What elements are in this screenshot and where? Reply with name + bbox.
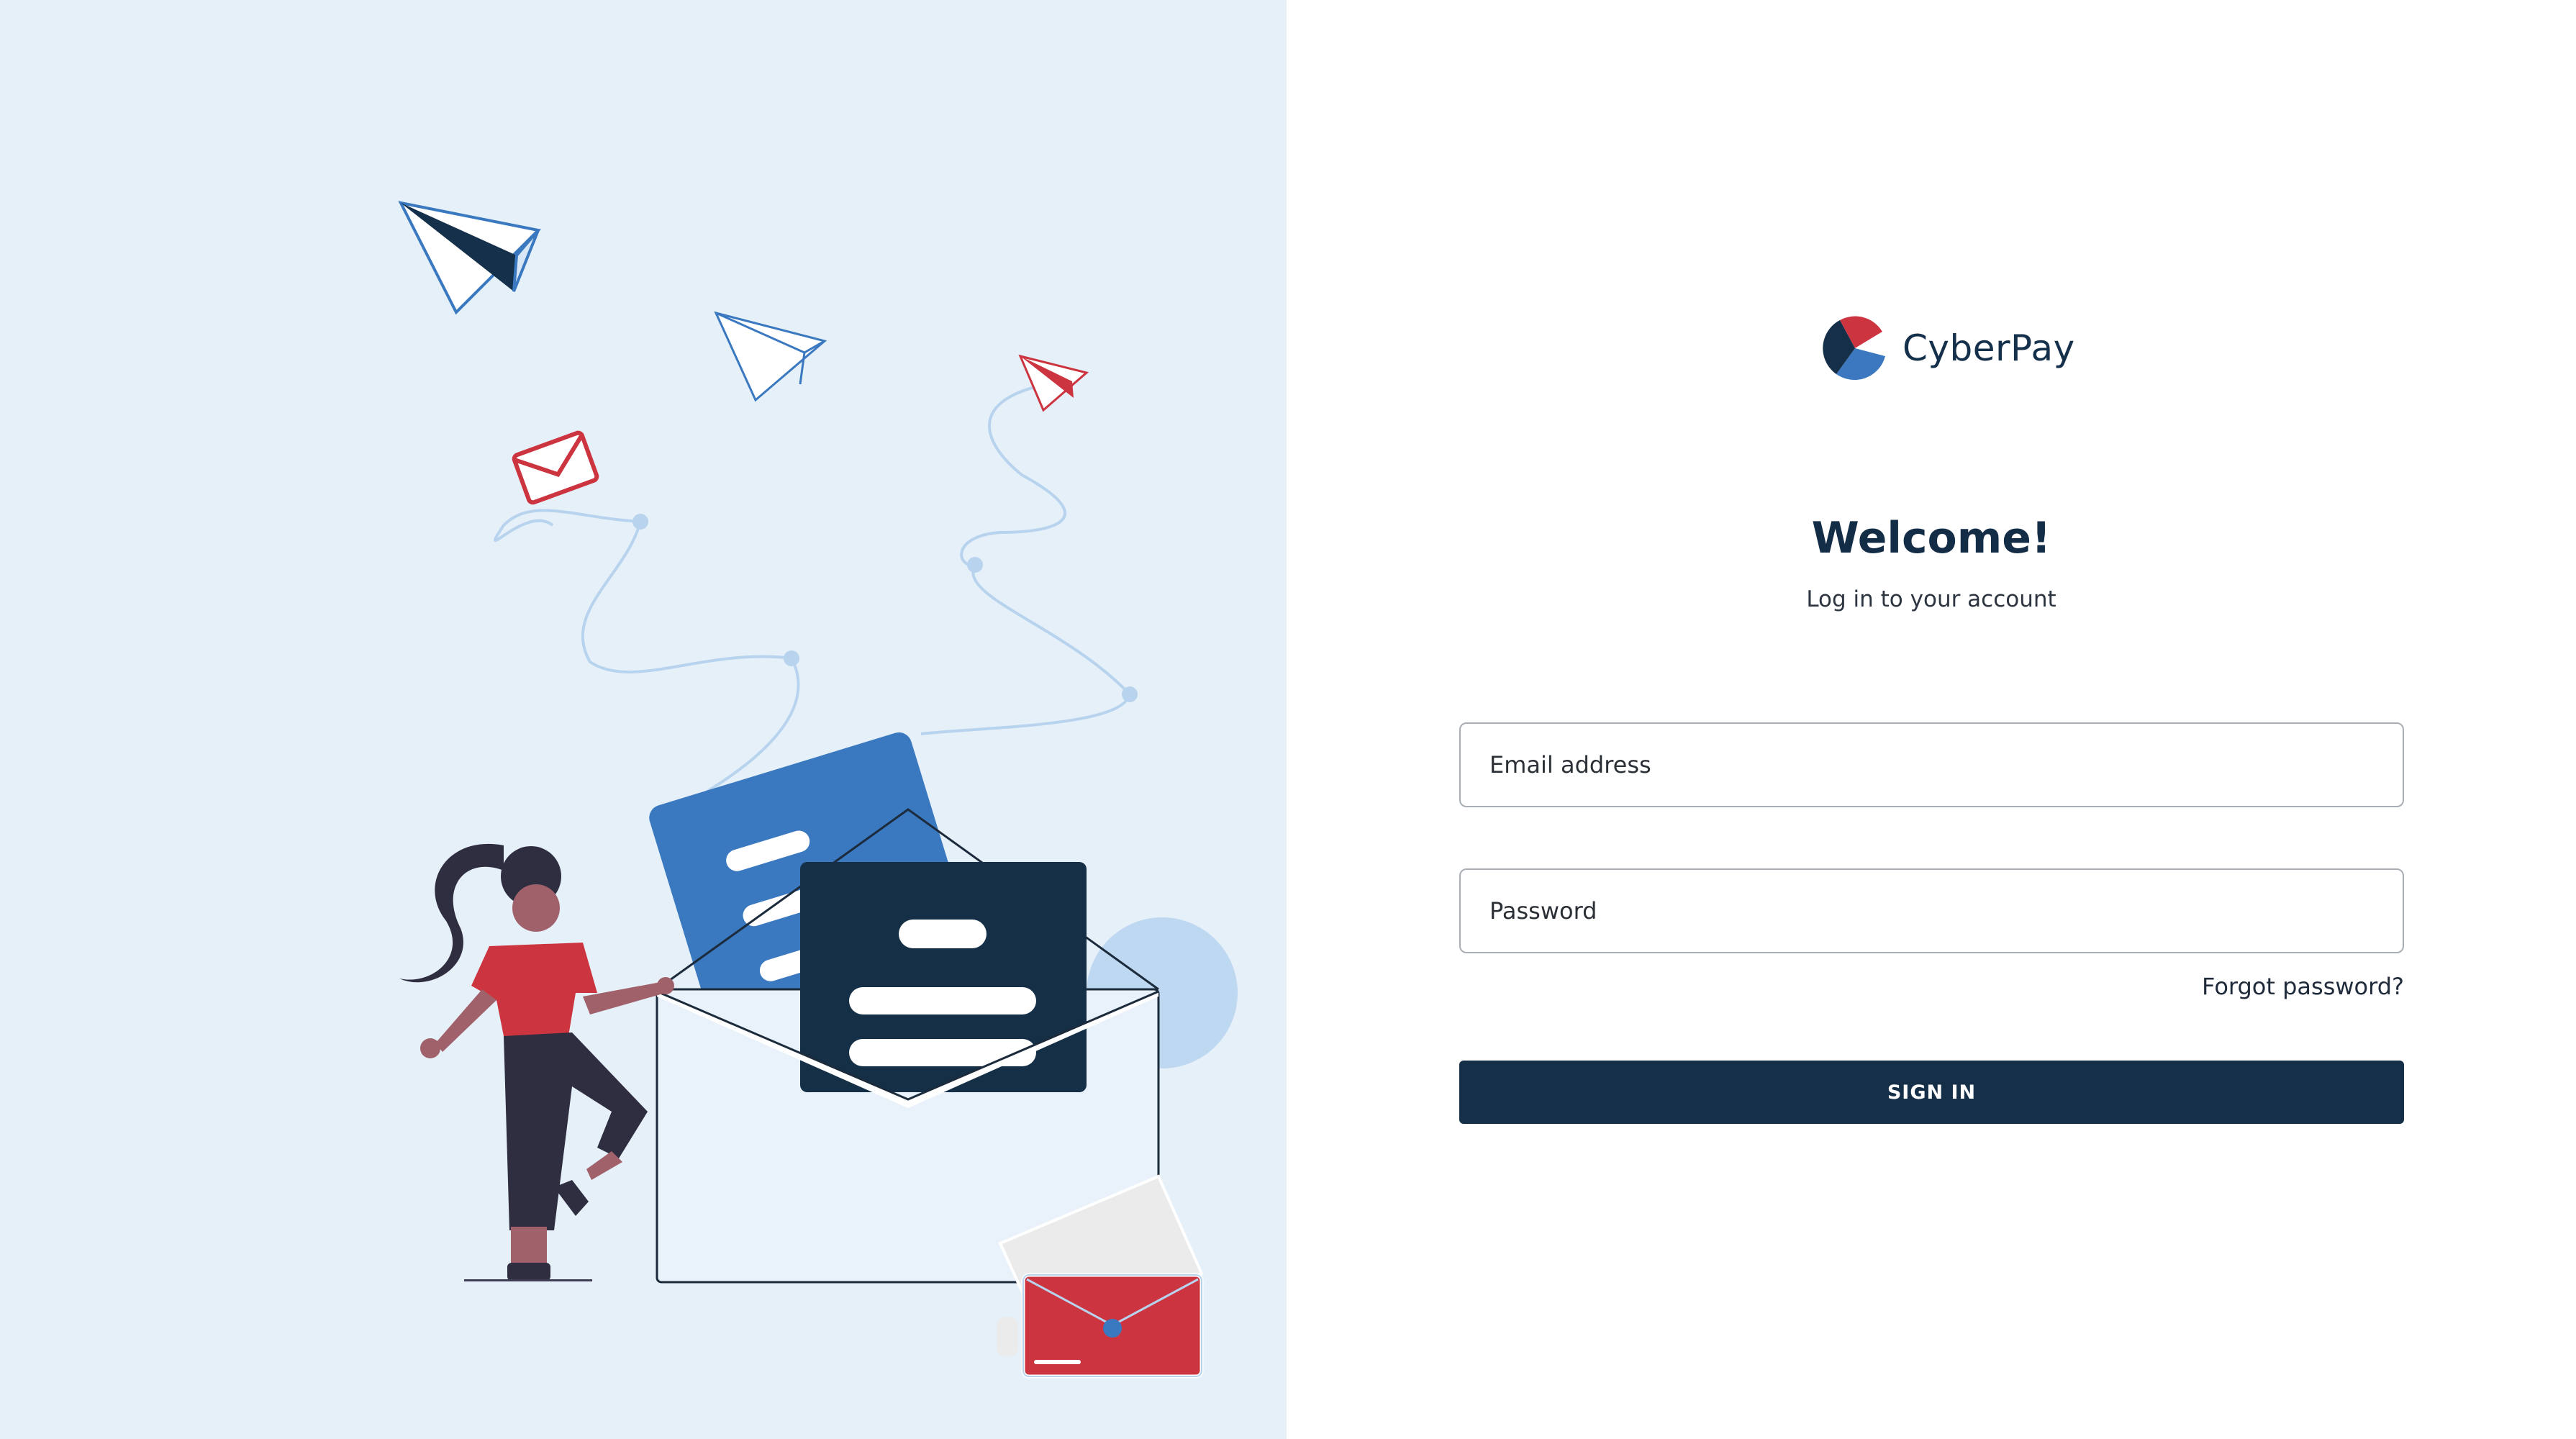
- page-subtitle: Log in to your account: [1806, 586, 2056, 612]
- mail-illustration: [398, 201, 1238, 1379]
- password-field[interactable]: [1461, 870, 2403, 952]
- forgot-password-link[interactable]: Forgot password?: [2202, 973, 2404, 1000]
- paper-plane-icon: [398, 201, 542, 315]
- login-panel: CyberPay Welcome! Log in to your account…: [1287, 0, 2576, 1439]
- illustration-panel: [0, 0, 1287, 1439]
- page-title: Welcome!: [1811, 513, 2051, 563]
- sign-in-button[interactable]: SIGN IN: [1459, 1061, 2404, 1124]
- path-dots: [632, 514, 1138, 702]
- password-field-container: [1459, 868, 2404, 953]
- brand-logo: CyberPay: [1822, 314, 2075, 382]
- email-field[interactable]: [1461, 724, 2403, 806]
- paper-plane-icon: [1018, 354, 1089, 412]
- woman-figure: [399, 843, 674, 1281]
- cyberpay-logo-icon: [1823, 316, 1887, 381]
- brand-name: CyberPay: [1902, 327, 2075, 369]
- flight-paths: [494, 383, 1132, 822]
- email-field-container: [1459, 722, 2404, 807]
- envelope-icon: [512, 430, 599, 505]
- paper-plane-icon: [714, 311, 827, 402]
